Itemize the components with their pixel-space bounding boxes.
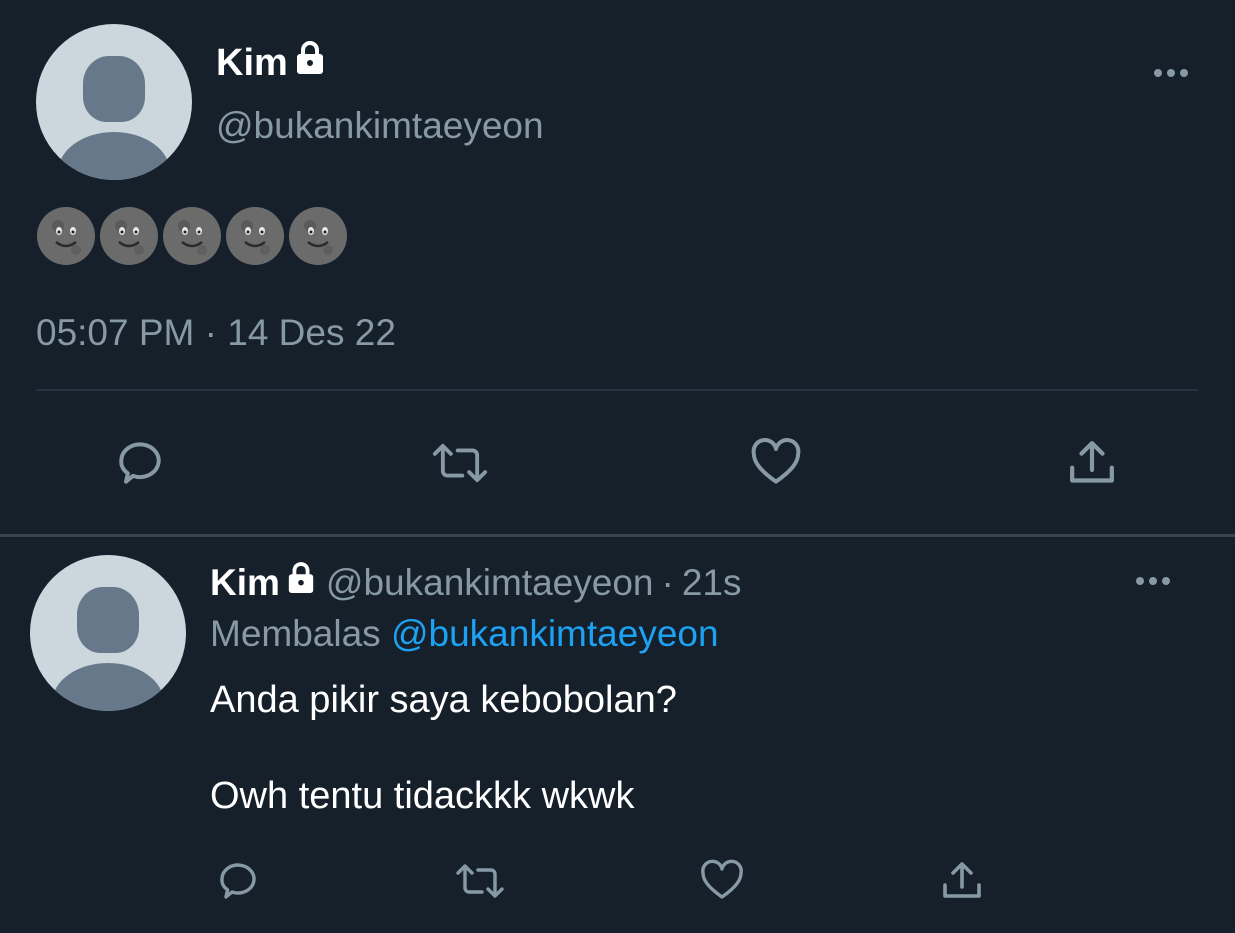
retweet-icon — [432, 443, 488, 483]
tweet-text-line: Anda pikir saya kebobolan? — [210, 679, 677, 721]
share-button[interactable] — [936, 856, 988, 906]
new-moon-face-icon — [37, 207, 95, 265]
tweet-timestamp[interactable]: 05:07 PM · 14 Des 22 — [36, 310, 396, 356]
like-button[interactable] — [694, 856, 750, 906]
share-icon — [943, 862, 981, 898]
retweet-button[interactable] — [424, 432, 496, 494]
avatar-head-shape — [77, 587, 139, 653]
share-button[interactable] — [1060, 432, 1124, 494]
avatar-head-shape — [83, 56, 145, 122]
handle[interactable]: @bukankimtaeyeon — [326, 560, 654, 606]
separator-dot: · — [661, 562, 674, 603]
avatar-body-shape — [58, 132, 170, 180]
mention-link[interactable]: @bukankimtaeyeon — [391, 613, 719, 654]
reply-icon — [220, 863, 256, 899]
display-name[interactable]: Kim — [210, 560, 280, 606]
display-name-text: Kim — [216, 42, 288, 84]
reply-button[interactable] — [210, 856, 266, 906]
new-moon-face-icon — [226, 207, 284, 265]
new-moon-face-icon — [163, 207, 221, 265]
reply-header: Kim @bukankimtaeyeon · 21s — [210, 560, 741, 606]
share-icon — [1070, 441, 1114, 483]
display-name[interactable]: Kim — [216, 40, 326, 86]
reply-button[interactable] — [106, 432, 174, 494]
more-options-icon[interactable] — [1134, 574, 1172, 592]
replying-label: Membalas — [210, 613, 381, 654]
new-moon-face-icon — [289, 207, 347, 265]
tweet-text-line: Owh tentu tidackkk wkwk — [210, 775, 635, 817]
tweet-thread: Kim @bukankimtaeyeon 05:07 PM · 14 Des 2… — [0, 0, 1235, 933]
lock-icon — [286, 560, 316, 606]
heart-icon — [751, 438, 801, 484]
retweet-icon — [456, 864, 504, 898]
retweet-button[interactable] — [450, 856, 510, 906]
lock-icon — [294, 40, 326, 86]
handle[interactable]: @bukankimtaeyeon — [216, 104, 544, 148]
tweet-content-emojis — [36, 206, 348, 266]
new-moon-face-icon — [100, 207, 158, 265]
tweet-time-ago[interactable]: 21s — [682, 560, 742, 606]
avatar[interactable] — [36, 24, 192, 180]
section-divider — [0, 534, 1235, 537]
reply-icon — [119, 442, 161, 484]
heart-icon — [701, 859, 743, 899]
like-button[interactable] — [744, 432, 808, 494]
replying-to-line: Membalas @bukankimtaeyeon — [210, 611, 719, 657]
divider — [36, 389, 1198, 391]
more-options-icon[interactable] — [1152, 66, 1190, 84]
avatar-body-shape — [52, 663, 164, 711]
main-tweet: Kim @bukankimtaeyeon 05:07 PM · 14 Des 2… — [0, 0, 1235, 534]
avatar[interactable] — [30, 555, 186, 711]
